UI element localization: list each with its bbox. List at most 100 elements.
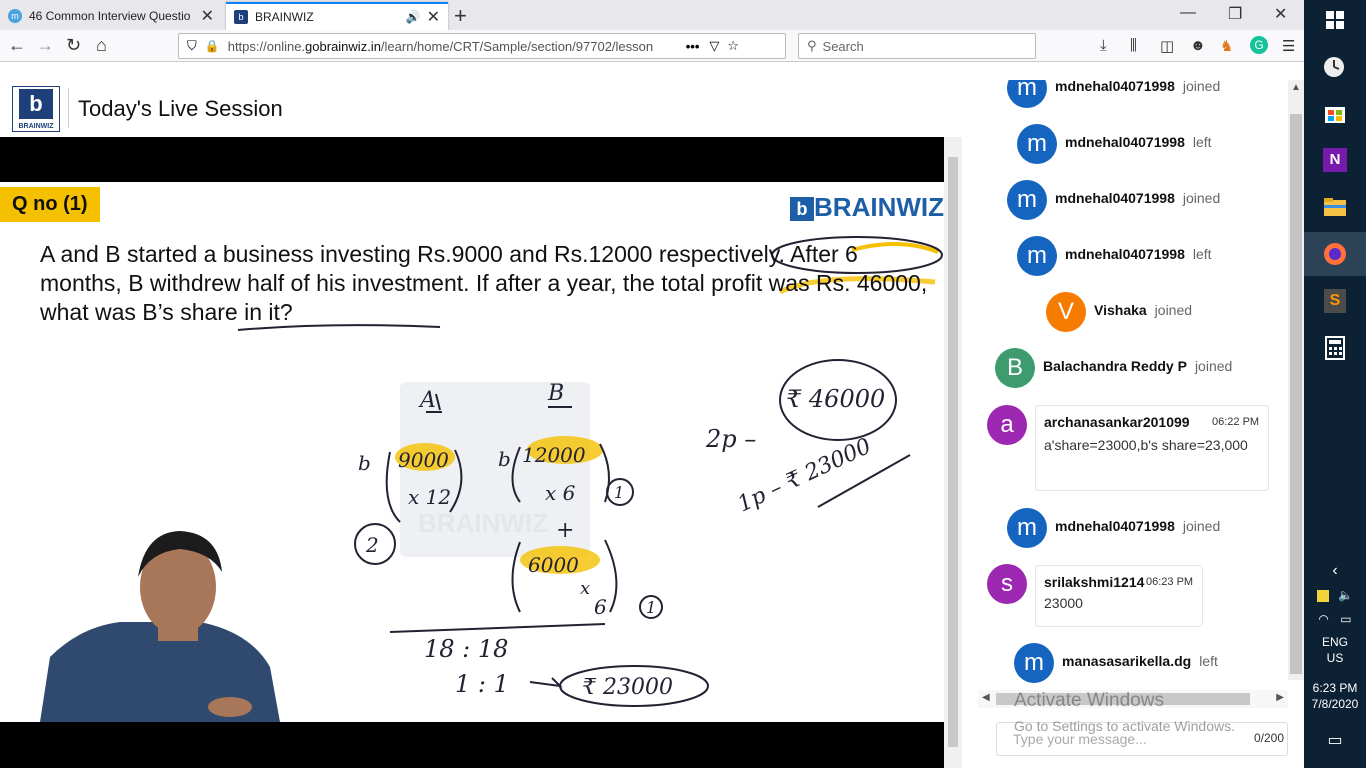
scroll-up-icon[interactable]: ▲ — [1291, 82, 1301, 93]
ink-6-a: b — [358, 451, 371, 475]
avatar: m — [1007, 180, 1047, 220]
scroll-left-icon[interactable]: ◀ — [982, 692, 990, 703]
slide-brand-text: BRAINWIZ — [814, 192, 944, 222]
clock[interactable]: 6:23 PM 7/8/2020 — [1304, 680, 1366, 712]
chat-message-bubble: archanasankar201099 06:22 PM a'share=230… — [1035, 405, 1269, 491]
chat-message-input[interactable] — [996, 722, 1288, 756]
presenter-video — [40, 531, 280, 722]
wifi-icon[interactable]: ◠ — [1318, 612, 1328, 626]
header-divider — [68, 88, 69, 128]
chat-horizontal-scrollbar[interactable]: ◀ ▶ — [978, 690, 1288, 708]
avatar: m — [1017, 236, 1057, 276]
back-arrow-icon[interactable]: ← — [8, 35, 26, 56]
page-actions-icon[interactable]: ••• — [686, 39, 700, 54]
new-tab-button[interactable]: + — [454, 3, 467, 29]
close-tab-icon[interactable]: ✕ — [427, 7, 440, 27]
battery-icon[interactable]: ▭ — [1340, 612, 1351, 626]
chat-event: V Vishaka joined — [978, 292, 1278, 336]
tab-favicon-icon: m — [8, 9, 22, 23]
chat-user: mdnehal04071998 joined — [1055, 518, 1220, 534]
store-icon[interactable] — [1315, 95, 1355, 131]
chat-time: 06:22 PM — [1212, 416, 1260, 428]
cortana-icon[interactable] — [1315, 50, 1355, 86]
minimize-button[interactable]: — — [1180, 4, 1196, 22]
home-icon[interactable]: ⌂ — [96, 35, 107, 56]
chat-user: mdnehal04071998 left — [1065, 246, 1212, 262]
onenote-icon[interactable]: N — [1315, 142, 1355, 178]
avatar: V — [1046, 292, 1086, 332]
firefox-taskbar-icon[interactable] — [1304, 232, 1366, 276]
url-path: /learn/home/CRT/Sample/section/97702/les… — [380, 38, 654, 54]
sidebar-icon[interactable]: ◫ — [1160, 37, 1174, 55]
ink-1b: 1 — [646, 598, 656, 617]
chat-action: joined — [1182, 190, 1221, 206]
menu-icon[interactable]: ☰ — [1282, 37, 1295, 55]
search-icon: ⚲ — [807, 38, 817, 53]
ink-rs-46000: ₹ 46000 — [786, 385, 885, 413]
account-icon[interactable]: ☻ — [1190, 37, 1206, 54]
chat-message-text: 23000 — [1044, 595, 1083, 611]
pocket-icon[interactable]: ▽ — [709, 38, 719, 54]
logo-mark-icon: b — [19, 89, 53, 119]
sticky-notes-icon[interactable] — [1316, 589, 1329, 602]
search-input[interactable]: ⚲ Search — [798, 33, 1036, 59]
page-header: b BRAINWIZ Today's Live Session — [0, 80, 962, 136]
url-text[interactable]: https://online.gobrainwiz.in/learn/home/… — [228, 39, 680, 54]
chat-action: joined — [1182, 518, 1221, 534]
close-tab-icon[interactable]: ✕ — [201, 6, 214, 26]
calculator-icon[interactable] — [1315, 330, 1355, 366]
chevron-left-icon[interactable]: ‹ — [1304, 562, 1366, 580]
speaker-icon[interactable]: 🔊 — [406, 10, 421, 24]
avatar: m — [1007, 508, 1047, 548]
start-windows-icon[interactable] — [1315, 2, 1355, 38]
shield-icon[interactable]: ⛉ — [187, 38, 197, 54]
brainwiz-logo[interactable]: b BRAINWIZ — [12, 86, 60, 132]
volume-icon[interactable]: 🔈 — [1338, 588, 1353, 602]
chat-hscroll-thumb[interactable] — [996, 693, 1250, 705]
notification-icon[interactable]: ▭ — [1304, 730, 1366, 750]
metamask-icon[interactable]: ♞ — [1220, 37, 1233, 55]
ink-2: 2 — [365, 533, 379, 557]
language-indicator[interactable]: ENG US — [1304, 634, 1366, 666]
live-video-player[interactable]: A B b 9000 b 12000 x 12 x 6 + 6000 x 6 2… — [0, 137, 944, 768]
ink-x: x — [580, 578, 590, 599]
sublime-icon[interactable]: S — [1315, 283, 1355, 319]
ink-ratio-1: 1 : 1 — [455, 670, 509, 698]
lock-icon[interactable]: 🔒 — [205, 39, 220, 53]
bookmark-star-icon[interactable]: ☆ — [727, 38, 739, 54]
chat-username: Vishaka — [1094, 302, 1147, 318]
presenter-neck — [158, 627, 198, 641]
page-scrollbar-thumb[interactable] — [948, 157, 958, 747]
chat-action: joined — [1182, 80, 1221, 94]
page-scrollbar[interactable] — [944, 137, 962, 768]
lang-text: ENG — [1321, 635, 1348, 649]
chat-action: joined — [1154, 302, 1193, 318]
library-icon[interactable]: ⫼ — [1130, 37, 1137, 54]
tray-icons: 🔈 — [1304, 588, 1366, 602]
ink-6-c: 6 — [594, 595, 607, 619]
chat-scrollbar-thumb[interactable] — [1290, 114, 1302, 674]
file-explorer-icon[interactable] — [1315, 189, 1355, 225]
chat-username: mdnehal04071998 — [1055, 518, 1175, 534]
chat-panel: m mdnehal04071998 joined m mdnehal0407199… — [978, 80, 1288, 768]
scroll-right-icon[interactable]: ▶ — [1276, 692, 1284, 703]
tab-brainwiz[interactable]: b BRAINWIZ 🔊 ✕ — [226, 2, 448, 30]
url-bar[interactable]: ⛉ 🔒 https://online.gobrainwiz.in/learn/h… — [178, 33, 786, 59]
chat-user: mdnehal04071998 joined — [1055, 190, 1220, 206]
close-window-button[interactable]: ✕ — [1274, 4, 1287, 24]
ink-x-6: x 6 — [545, 481, 576, 505]
avatar: s — [987, 564, 1027, 604]
windows-taskbar: N S ‹ 🔈 ◠ ▭ ENG US 6:23 PM 7/8/2020 ▭ — [1304, 0, 1366, 768]
chat-action: left — [1199, 653, 1218, 669]
chat-scrollbar[interactable]: ▲ — [1288, 80, 1304, 680]
ink-ratio-18: 18 : 18 — [424, 635, 508, 663]
forward-arrow-icon[interactable]: → — [36, 35, 54, 56]
grammarly-icon[interactable]: G — [1250, 36, 1268, 54]
reload-icon[interactable]: ↻ — [66, 35, 81, 56]
chat-user: manasasarikella.dg left — [1062, 653, 1218, 669]
chat-user: Vishaka joined — [1094, 302, 1192, 318]
restore-button[interactable]: ❐ — [1228, 4, 1242, 24]
chat-username: manasasarikella.dg — [1062, 653, 1192, 669]
tab-interview-questions[interactable]: m 46 Common Interview Questio ✕ — [0, 2, 222, 30]
download-icon[interactable]: ⤓ — [1100, 37, 1107, 54]
